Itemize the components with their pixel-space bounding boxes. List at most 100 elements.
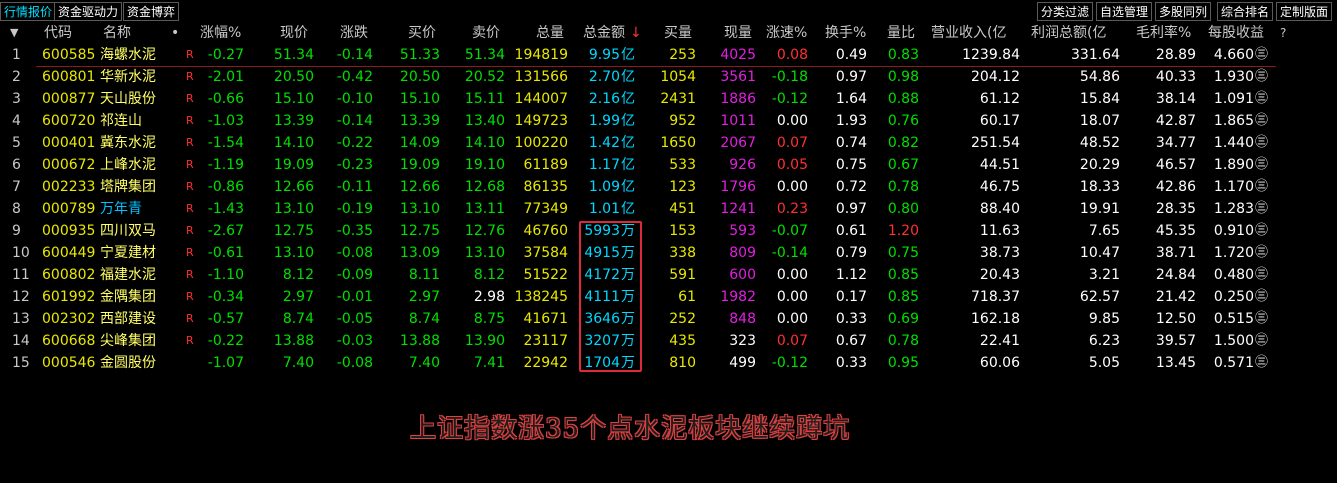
price: 8.74	[282, 311, 314, 327]
current-volume: 3561	[720, 69, 756, 85]
eps-detail-icon[interactable]: ㊂	[1255, 289, 1268, 305]
eps: 1.283	[1213, 201, 1254, 217]
change: -0.09	[336, 267, 373, 283]
eps: 1.930	[1213, 69, 1254, 85]
eps-detail-icon[interactable]: ㊂	[1255, 135, 1268, 151]
eps-detail-icon[interactable]: ㊂	[1255, 157, 1268, 173]
eps-detail-icon[interactable]: ㊂	[1255, 267, 1268, 283]
table-row[interactable]: 6 000672 上峰水泥 R -1.19 19.09 -0.23 19.09 19.10 611…	[0, 154, 1300, 176]
revenue: 204.12	[971, 69, 1020, 85]
tab-fund-drive[interactable]: 资金驱动力	[54, 2, 123, 21]
change: -0.42	[336, 69, 373, 85]
change: -0.01	[336, 289, 373, 305]
eps: 1.720	[1213, 245, 1254, 261]
revenue: 44.51	[979, 157, 1020, 173]
table-row[interactable]: 10 600449 宁夏建材 R -0.61 13.10 -0.08 13.09 13.10 37…	[0, 242, 1300, 264]
tab-quotes[interactable]: 行情报价	[0, 2, 57, 21]
eps-detail-icon[interactable]: ㊂	[1255, 47, 1268, 63]
volume-ratio: 0.76	[887, 113, 919, 129]
col-volume[interactable]: 总量	[536, 24, 564, 42]
eps-detail-icon[interactable]: ㊂	[1255, 91, 1268, 107]
amount-unit: 亿	[621, 91, 635, 107]
col-current-volume[interactable]: 现量	[724, 24, 752, 42]
tab-rankings[interactable]: 综合排名	[1217, 2, 1274, 21]
ask-price: 13.11	[464, 201, 505, 217]
ask-price: 15.11	[464, 91, 505, 107]
eps-detail-icon[interactable]: ㊂	[1255, 201, 1268, 217]
table-row[interactable]: 2 600801 华新水泥 R -2.01 20.50 -0.42 20.50 20.52 131…	[0, 66, 1300, 88]
current-volume: 1011	[720, 113, 756, 129]
table-row[interactable]: 7 002233 塔牌集团 R -0.86 12.66 -0.11 12.66 12.68 861…	[0, 176, 1300, 198]
col-gross-margin[interactable]: 毛利率%	[1136, 24, 1191, 42]
col-ask[interactable]: 卖价	[472, 24, 500, 42]
help-icon[interactable]: ?	[1280, 24, 1286, 42]
col-volume-ratio[interactable]: 量比	[887, 24, 915, 42]
col-speed[interactable]: 涨速%	[766, 24, 807, 42]
eps-detail-icon[interactable]: ㊂	[1255, 113, 1268, 129]
col-turnover[interactable]: 换手%	[825, 24, 866, 42]
current-volume: 593	[729, 223, 756, 239]
tab-watchlist-manage[interactable]: 自选管理	[1096, 2, 1153, 21]
table-row[interactable]: 3 000877 天山股份 R -0.66 15.10 -0.10 15.10 15.11 144…	[0, 88, 1300, 110]
eps-detail-icon[interactable]: ㊂	[1255, 311, 1268, 327]
table-row[interactable]: 13 002302 西部建设 R -0.57 8.74 -0.05 8.74 8.75 41671…	[0, 308, 1300, 330]
bid-price: 8.74	[408, 311, 440, 327]
table-row[interactable]: 4 600720 祁连山 R -1.03 13.39 -0.14 13.39 13.40 1497…	[0, 110, 1300, 132]
eps-detail-icon[interactable]: ㊂	[1255, 223, 1268, 239]
profit: 3.21	[1088, 267, 1120, 283]
change-pct: -1.54	[207, 135, 244, 151]
volume: 77349	[523, 201, 568, 217]
col-name[interactable]: 名称	[103, 24, 131, 42]
eps-detail-icon[interactable]: ㊂	[1255, 333, 1268, 349]
table-row[interactable]: 9 000935 四川双马 R -2.67 12.75 -0.35 12.75 12.76 467…	[0, 220, 1300, 242]
sort-arrow-icon[interactable]: ▼	[10, 24, 18, 42]
price: 14.10	[273, 135, 314, 151]
price: 19.09	[273, 157, 314, 173]
table-row[interactable]: 11 600802 福建水泥 R -1.10 8.12 -0.09 8.11 8.12 51522…	[0, 264, 1300, 286]
tab-category-filter[interactable]: 分类过滤	[1037, 2, 1094, 21]
amount-unit: 亿	[621, 157, 635, 173]
table-row[interactable]: 8 000789 万年青 R -1.43 13.10 -0.19 13.10 13.11 7734…	[0, 198, 1300, 220]
amount: 1.99	[588, 113, 620, 129]
col-profit[interactable]: 利润总额(亿	[1031, 24, 1106, 42]
speed: -0.18	[771, 69, 808, 85]
eps: 0.910	[1213, 223, 1254, 239]
col-amount[interactable]: 总金额	[583, 24, 625, 42]
price: 20.50	[273, 69, 314, 85]
col-eps[interactable]: 每股收益	[1208, 24, 1264, 42]
col-change[interactable]: 涨跌	[340, 24, 368, 42]
amount: 1.42	[588, 135, 620, 151]
amount-unit: 亿	[621, 47, 635, 63]
turnover: 0.67	[835, 333, 867, 349]
table-row[interactable]: 14 600668 尖峰集团 R -0.22 13.88 -0.03 13.88 13.90 23…	[0, 330, 1300, 352]
col-price[interactable]: 现价	[280, 24, 308, 42]
tab-custom-layout[interactable]: 定制版面	[1276, 2, 1333, 21]
buy-volume: 338	[669, 245, 696, 261]
ask-price: 8.12	[473, 267, 505, 283]
buy-volume: 1054	[660, 69, 696, 85]
column-header-row: ▼ 代码 名称 • 涨幅% 现价 涨跌 买价 卖价 总量 总金额 ↓ 买量 现量…	[0, 22, 1337, 44]
profit: 15.84	[1079, 91, 1120, 107]
table-row[interactable]: 1 600585 海螺水泥 R -0.27 51.34 -0.14 51.33 51.34 194…	[0, 44, 1300, 66]
price: 13.10	[273, 245, 314, 261]
col-change-pct[interactable]: 涨幅%	[200, 24, 241, 42]
stock-name: 海螺水泥	[100, 47, 156, 63]
col-bid[interactable]: 买价	[408, 24, 436, 42]
table-row[interactable]: 12 601992 金隅集团 R -0.34 2.97 -0.01 2.97 2.98 13824…	[0, 286, 1300, 308]
eps-detail-icon[interactable]: ㊂	[1255, 69, 1268, 85]
price: 7.40	[282, 355, 314, 371]
eps-detail-icon[interactable]: ㊂	[1255, 355, 1268, 371]
col-revenue[interactable]: 营业收入(亿	[931, 24, 1006, 42]
col-buy-volume[interactable]: 买量	[664, 24, 692, 42]
table-row[interactable]: 15 000546 金圆股份 -1.07 7.40 -0.08 7.40 7.41 22942 1…	[0, 352, 1300, 374]
eps-detail-icon[interactable]: ㊂	[1255, 179, 1268, 195]
buy-volume: 253	[669, 47, 696, 63]
table-row[interactable]: 5 000401 冀东水泥 R -1.54 14.10 -0.22 14.09 14.10 100…	[0, 132, 1300, 154]
eps-detail-icon[interactable]: ㊂	[1255, 245, 1268, 261]
tab-multi-stock[interactable]: 多股同列	[1155, 2, 1212, 21]
stock-code: 601992	[42, 289, 96, 305]
tab-fund-game[interactable]: 资金博弈	[123, 2, 180, 21]
margin-flag: R	[186, 268, 194, 281]
col-code[interactable]: 代码	[44, 24, 72, 42]
margin-flag: R	[186, 136, 194, 149]
